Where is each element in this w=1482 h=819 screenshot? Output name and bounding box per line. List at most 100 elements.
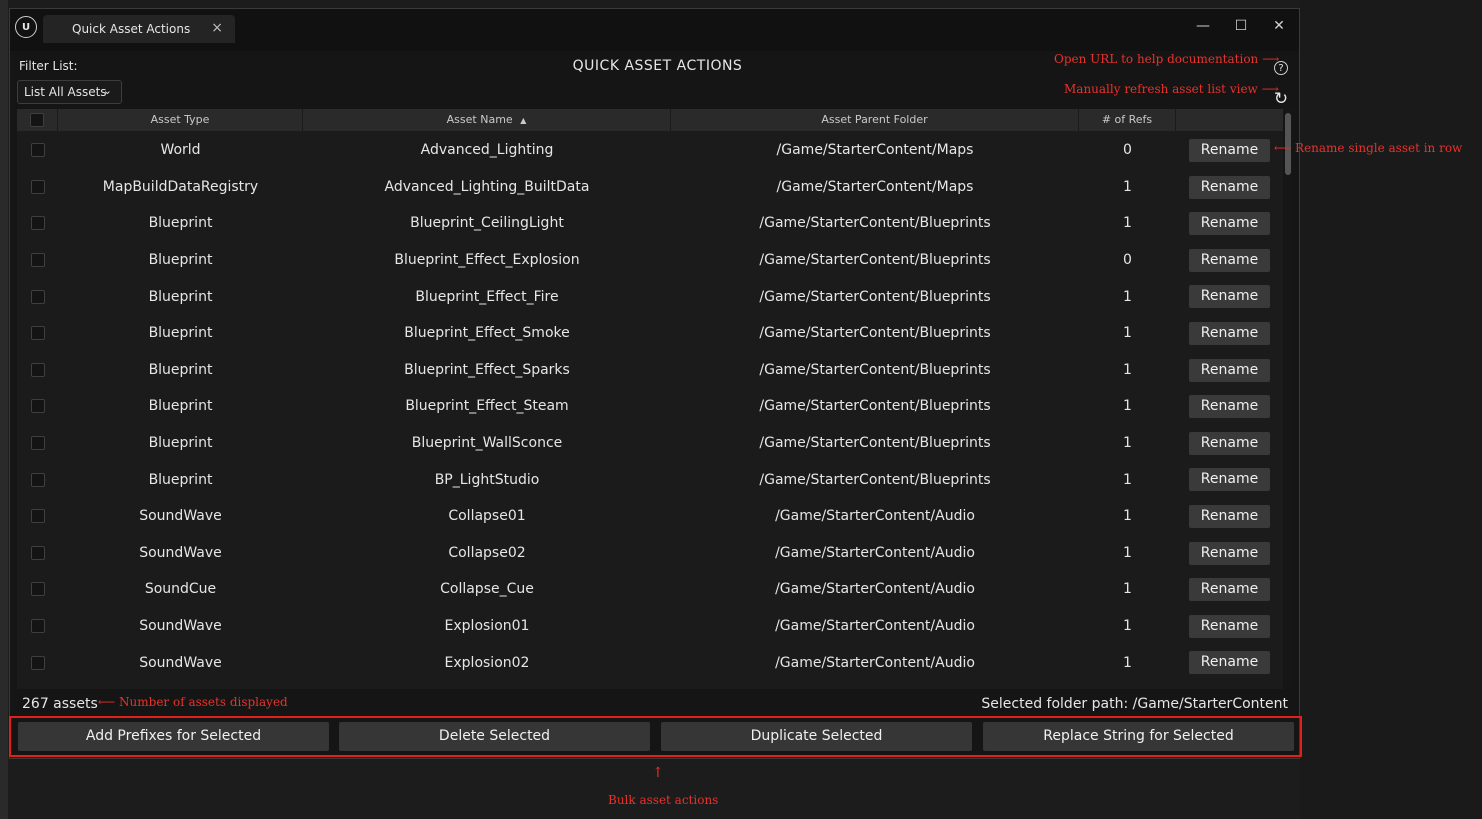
column-asset-type[interactable]: Asset Type (58, 109, 303, 131)
table-row[interactable]: Blueprint Blueprint_Effect_Steam/Game/Sta… (17, 388, 1283, 425)
tab-quick-asset-actions[interactable]: Quick Asset Actions × (43, 15, 235, 43)
quick-asset-actions-window: U Quick Asset Actions × — ☐ ✕ Filter Lis… (9, 8, 1300, 759)
chevron-down-icon: ⌄ (102, 84, 112, 97)
annotation-count-text: Number of assets displayed (119, 695, 288, 709)
asset-refs-cell: 1 (1123, 288, 1132, 305)
rename-button[interactable]: Rename (1189, 175, 1270, 199)
maximize-icon[interactable]: ☐ (1229, 18, 1253, 34)
rename-button[interactable]: Rename (1189, 651, 1270, 675)
row-checkbox[interactable] (30, 472, 45, 487)
rename-button[interactable]: Rename (1189, 212, 1270, 236)
table-row[interactable]: SoundWave Explosion01/Game/StarterContent… (17, 608, 1283, 645)
row-select-cell (17, 169, 58, 206)
asset-folder-cell: /Game/StarterContent/Blueprints (759, 361, 991, 378)
row-select-cell (17, 461, 58, 498)
column-refs[interactable]: # of Refs (1079, 109, 1176, 131)
selected-folder-path: Selected folder path: /Game/StarterConte… (981, 696, 1288, 712)
row-checkbox[interactable] (30, 655, 45, 670)
row-checkbox[interactable] (30, 436, 45, 451)
annotation-bulk-text: Bulk asset actions (608, 793, 719, 807)
unreal-logo-icon: U (15, 16, 37, 38)
column-asset-name[interactable]: Asset Name ▲ (303, 109, 671, 131)
annotation-help: Open URL to help documentation ⟶ (1054, 52, 1279, 66)
asset-refs-cell: 1 (1123, 435, 1132, 452)
row-checkbox[interactable] (30, 179, 45, 194)
rename-button[interactable]: Rename (1189, 468, 1270, 492)
row-checkbox[interactable] (30, 545, 45, 560)
asset-refs-cell: 1 (1123, 508, 1132, 525)
rename-button[interactable]: Rename (1189, 431, 1270, 455)
filter-dropdown[interactable]: List All Assets ⌄ (17, 80, 122, 104)
asset-type-cell: SoundWave (139, 544, 222, 561)
rename-button[interactable]: Rename (1189, 505, 1270, 528)
tab-close-icon[interactable]: × (211, 20, 223, 36)
row-checkbox[interactable] (30, 362, 45, 377)
asset-folder-cell: /Game/StarterContent/Blueprints (759, 325, 991, 342)
table-row[interactable]: World Advanced_Lighting/Game/StarterConte… (17, 132, 1283, 169)
annotation-refresh: Manually refresh asset list view ⟶ (1064, 82, 1279, 96)
asset-type-cell: Blueprint (148, 252, 213, 269)
table-row[interactable]: MapBuildDataRegistry Advanced_Lighting_Bu… (17, 169, 1283, 206)
asset-name-cell: Collapse01 (448, 508, 526, 525)
row-checkbox[interactable] (30, 326, 45, 341)
asset-name-cell: Explosion02 (444, 654, 530, 671)
close-icon[interactable]: ✕ (1267, 18, 1291, 34)
table-row[interactable]: Blueprint Blueprint_Effect_Smoke/Game/Sta… (17, 315, 1283, 352)
row-checkbox[interactable] (30, 582, 45, 597)
rename-button[interactable]: Rename (1189, 614, 1270, 638)
rename-button[interactable]: Rename (1189, 395, 1270, 419)
tab-label: Quick Asset Actions (72, 22, 191, 36)
column-asset-parent-folder[interactable]: Asset Parent Folder (671, 109, 1079, 131)
rename-button[interactable]: Rename (1189, 139, 1270, 162)
table-row[interactable]: SoundWave Explosion02/Game/StarterContent… (17, 644, 1283, 681)
asset-refs-cell: 1 (1123, 471, 1132, 488)
table-row[interactable]: Blueprint BP_LightStudio/Game/StarterCont… (17, 461, 1283, 498)
rename-button[interactable]: Rename (1189, 285, 1270, 309)
rename-button[interactable]: Rename (1189, 541, 1270, 565)
asset-folder-cell: /Game/StarterContent/Audio (775, 544, 975, 561)
asset-refs-cell: 1 (1123, 581, 1132, 598)
table-row[interactable]: Blueprint Blueprint_Effect_Sparks/Game/St… (17, 352, 1283, 389)
annotation-count: ⟵ Number of assets displayed (98, 695, 288, 709)
asset-refs-cell: 1 (1123, 178, 1132, 195)
minimize-icon[interactable]: — (1191, 18, 1215, 34)
asset-name-cell: Blueprint_Effect_Explosion (394, 252, 580, 269)
arrow-left-icon: ⟵ (1274, 141, 1296, 155)
row-select-cell (17, 388, 58, 425)
rename-button[interactable]: Rename (1189, 578, 1270, 602)
asset-type-cell: SoundWave (139, 508, 222, 525)
row-select-cell (17, 571, 58, 608)
asset-refs-cell: 0 (1123, 252, 1132, 269)
table-row[interactable]: SoundCue Collapse_Cue/Game/StarterContent… (17, 571, 1283, 608)
annotation-refresh-text: Manually refresh asset list view (1064, 82, 1258, 96)
table-scrollbar[interactable] (1283, 109, 1293, 689)
table-row[interactable]: SoundWave Collapse01/Game/StarterContent/… (17, 498, 1283, 535)
rename-button[interactable]: Rename (1189, 358, 1270, 382)
table-row[interactable]: Blueprint Blueprint_WallSconce/Game/Start… (17, 425, 1283, 462)
row-checkbox[interactable] (30, 399, 45, 414)
row-select-cell (17, 425, 58, 462)
row-select-cell (17, 132, 58, 169)
row-checkbox[interactable] (30, 619, 45, 634)
table-row[interactable]: Blueprint Blueprint_CeilingLight/Game/Sta… (17, 205, 1283, 242)
rename-button[interactable]: Rename (1189, 248, 1270, 272)
asset-name-cell: Explosion01 (444, 618, 530, 635)
asset-folder-cell: /Game/StarterContent/Blueprints (759, 398, 991, 415)
row-select-cell (17, 608, 58, 645)
table-row[interactable]: Blueprint Blueprint_Effect_Fire/Game/Star… (17, 278, 1283, 315)
row-checkbox[interactable] (30, 143, 45, 158)
asset-refs-cell: 1 (1123, 654, 1132, 671)
asset-folder-cell: /Game/StarterContent/Blueprints (759, 288, 991, 305)
row-checkbox[interactable] (30, 216, 45, 231)
row-checkbox[interactable] (30, 253, 45, 268)
asset-folder-cell: /Game/StarterContent/Blueprints (759, 252, 991, 269)
table-row[interactable]: SoundWave Collapse02/Game/StarterContent/… (17, 535, 1283, 572)
asset-type-cell: SoundCue (144, 581, 217, 598)
row-checkbox[interactable] (30, 289, 45, 304)
row-select-cell (17, 498, 58, 535)
asset-type-cell: Blueprint (148, 435, 213, 452)
rename-button[interactable]: Rename (1189, 322, 1270, 345)
row-checkbox[interactable] (30, 509, 45, 524)
select-all-checkbox[interactable] (30, 113, 44, 127)
table-row[interactable]: Blueprint Blueprint_Effect_Explosion/Game… (17, 242, 1283, 279)
